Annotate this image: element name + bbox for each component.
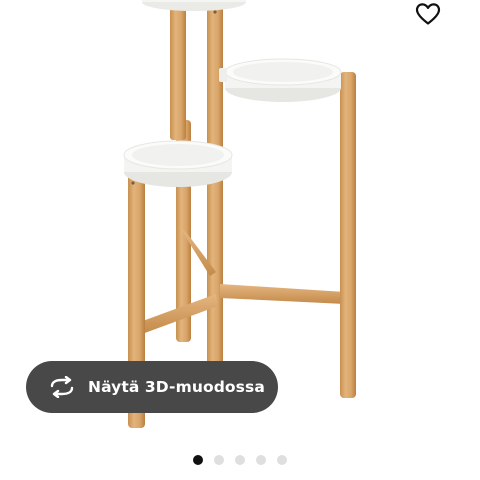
carousel-dot[interactable] xyxy=(256,455,266,465)
carousel-dot[interactable] xyxy=(277,455,287,465)
carousel-dot[interactable] xyxy=(214,455,224,465)
view-in-3d-button[interactable]: Näytä 3D-muodossa xyxy=(26,361,278,413)
heart-outline-icon xyxy=(415,3,441,25)
favourite-button[interactable] xyxy=(411,0,445,28)
carousel-indicator xyxy=(193,455,287,465)
product-gallery: Näytä 3D-muodossa xyxy=(0,0,480,480)
rotate-arrows-icon xyxy=(48,376,76,398)
carousel-dot[interactable] xyxy=(193,455,203,465)
view-in-3d-label: Näytä 3D-muodossa xyxy=(88,378,265,396)
carousel-dot[interactable] xyxy=(235,455,245,465)
